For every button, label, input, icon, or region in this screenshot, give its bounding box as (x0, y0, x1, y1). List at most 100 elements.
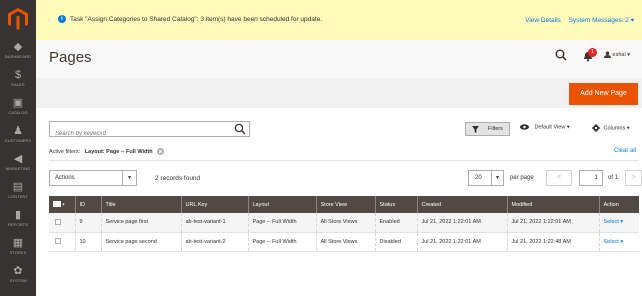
sidebar-item-label: STORES (9, 250, 27, 255)
cell-modified: Jul 21, 2022 1:22:01 AM (506, 213, 599, 233)
search-submit-icon[interactable] (234, 123, 246, 135)
sidebar-item-label: MARKETING (5, 166, 31, 171)
dashboard-icon: ◆ (13, 41, 23, 53)
notification-count-badge: 1 (588, 48, 597, 57)
cell-created: Jul 21, 2022 1:22:01 AM (416, 213, 507, 233)
gear-icon (592, 124, 600, 132)
admin-sidebar: ◆ DASHBOARD $ SALES ▣ CATALOG ♟ CUSTOMERS ◀ MARKE… (0, 0, 36, 296)
column-header-url-key[interactable]: URL Key (180, 196, 248, 213)
keyword-search-input[interactable] (50, 127, 220, 141)
chevron-down-icon: ▼ (122, 171, 136, 185)
column-header-layout[interactable]: Layout (247, 196, 316, 213)
column-header-store-view[interactable]: Store View (315, 196, 375, 213)
filters-button[interactable]: Filters (465, 122, 510, 136)
sidebar-item-label: CATALOG (8, 110, 28, 115)
page-title: Pages (49, 49, 92, 66)
column-header-status[interactable]: Status (374, 196, 417, 213)
cell-action: Select ▾ (598, 232, 639, 252)
megaphone-icon: ◀ (13, 153, 23, 165)
table-row[interactable]: 9 Service page first ab-test-variant-1 Page… (49, 213, 639, 233)
column-header-action: Action (598, 196, 639, 213)
chevron-down-icon: ▼ (491, 171, 503, 185)
sidebar-item-reports[interactable]: ▮ REPORTS (0, 208, 36, 236)
mass-actions-select[interactable]: Actions ▼ (49, 170, 137, 186)
cell-layout: Page -- Full Width (247, 213, 316, 233)
cell-title: Service page first (100, 213, 181, 233)
sidebar-item-customers[interactable]: ♟ CUSTOMERS (0, 124, 36, 152)
active-filters: Active filters: Layout: Page -- Full Wid… (49, 148, 165, 155)
per-page-select[interactable]: 20 ▼ (468, 170, 504, 186)
previous-page-button[interactable]: < (546, 170, 572, 186)
system-messages-link[interactable]: System Messages: 2 ▾ (569, 17, 634, 24)
search-icon[interactable] (555, 49, 567, 61)
sidebar-item-sales[interactable]: $ SALES (0, 68, 36, 96)
sidebar-item-marketing[interactable]: ◀ MARKETING (0, 152, 36, 180)
column-header-modified[interactable]: Modified (506, 196, 599, 213)
user-menu[interactable]: eshal ▾ (604, 51, 630, 58)
page-total: of 1 (608, 175, 619, 181)
cell-created: Jul 21, 2022 1:22:01 AM (416, 232, 507, 252)
funnel-icon (472, 126, 479, 133)
row-checkbox[interactable] (55, 219, 61, 226)
cell-status: Enabled (374, 213, 417, 233)
sidebar-item-label: SYSTEM (9, 278, 27, 283)
row-select-cell (49, 213, 75, 233)
sidebar-item-dashboard[interactable]: ◆ DASHBOARD (0, 40, 36, 68)
cube-icon: ▣ (12, 97, 24, 109)
active-filter-value: Layout: Page -- Full Width (84, 148, 153, 155)
actions-label: Actions (55, 175, 75, 181)
row-action-select[interactable]: Select ▾ (604, 219, 624, 225)
per-page-value: 20 (475, 175, 482, 181)
grid-container: Filters Default View ▾ Columns ▾ Active … (36, 108, 642, 296)
stores-icon: ▦ (12, 237, 24, 249)
column-header-id[interactable]: ID (74, 196, 101, 213)
view-details-link[interactable]: View Details (525, 17, 561, 24)
user-icon (604, 51, 611, 58)
next-page-button[interactable]: > (625, 170, 642, 186)
remove-filter-icon[interactable] (157, 148, 165, 155)
clear-all-link[interactable]: Clear all (614, 148, 636, 154)
page-actions-bar: Add New Page (36, 78, 642, 108)
row-checkbox[interactable] (55, 238, 61, 245)
page-header: Pages 1 eshal ▾ (36, 40, 642, 78)
divider (49, 160, 639, 161)
active-filters-label: Active filters: (49, 148, 81, 155)
user-name: eshal ▾ (612, 51, 630, 58)
cell-layout: Page -- Full Width (247, 232, 316, 252)
eye-icon (520, 124, 529, 130)
cell-action: Select ▾ (598, 213, 639, 233)
grid-header-row: ▾ ID Title URL Key Layout Store View Sta… (49, 196, 639, 213)
column-header-created[interactable]: Created (416, 196, 507, 213)
sidebar-item-catalog[interactable]: ▣ CATALOG (0, 96, 36, 124)
default-view-label: Default View ▾ (534, 124, 570, 131)
select-all-checkbox[interactable] (53, 201, 61, 208)
records-count: 2 records found (155, 175, 201, 182)
pages-grid: ▾ ID Title URL Key Layout Store View Sta… (49, 196, 639, 252)
default-view-dropdown[interactable]: Default View ▾ (520, 124, 570, 130)
content-icon: ▤ (12, 181, 24, 193)
columns-label: Columns ▾ (603, 125, 630, 132)
cell-title: Service page second (100, 232, 181, 252)
row-select-cell (49, 232, 75, 252)
sidebar-item-label: SALES (11, 82, 25, 87)
notice-message: Task "Assign Categories to Shared Catalo… (70, 16, 323, 23)
magento-logo-icon[interactable] (8, 8, 28, 30)
system-notice-bar: i Task "Assign Categories to Shared Cata… (36, 0, 642, 40)
table-row[interactable]: 10 Service page second ab-test-variant-2 Pa… (49, 232, 639, 252)
column-header-title[interactable]: Title (100, 196, 181, 213)
sidebar-item-content[interactable]: ▤ CONTENT (0, 180, 36, 208)
keyword-search (49, 121, 250, 141)
dollar-icon: $ (14, 69, 22, 81)
bar-chart-icon: ▮ (14, 209, 22, 221)
gear-icon: ✿ (13, 265, 23, 277)
sidebar-item-label: REPORTS (8, 222, 28, 227)
columns-dropdown[interactable]: Columns ▾ (592, 124, 630, 132)
select-all-column[interactable]: ▾ (49, 196, 75, 213)
row-action-select[interactable]: Select ▾ (604, 239, 624, 245)
page-number-input[interactable]: 1 (579, 170, 603, 186)
sidebar-item-stores[interactable]: ▦ STORES (0, 236, 36, 264)
cell-modified: Jul 21, 2022 1:22:48 AM (506, 232, 599, 252)
sidebar-item-label: CUSTOMERS (4, 138, 32, 143)
add-new-page-button[interactable]: Add New Page (569, 83, 638, 105)
sidebar-item-system[interactable]: ✿ SYSTEM (0, 264, 36, 292)
